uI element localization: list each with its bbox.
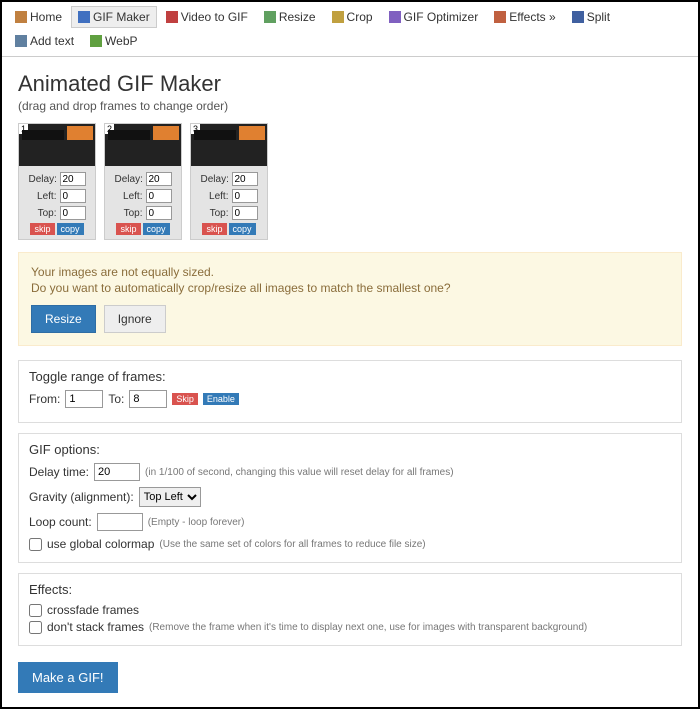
stack-hint: (Remove the frame when it's time to disp… [149, 622, 587, 633]
nav-item-add-text[interactable]: Add text [8, 30, 81, 52]
frames-container: Delay:Left:Top:skipcopyDelay:Left:Top:sk… [18, 123, 682, 240]
gif-optimizer-icon [389, 11, 401, 23]
nav-label: Crop [347, 10, 373, 24]
page-title: Animated GIF Maker [18, 71, 682, 97]
alert-line1: Your images are not equally sized. [31, 265, 669, 279]
frame-copy-button[interactable]: copy [229, 223, 256, 235]
to-label: To: [108, 392, 124, 406]
stack-label: don't stack frames [47, 620, 144, 634]
from-input[interactable] [65, 390, 103, 408]
nav-label: GIF Optimizer [404, 10, 479, 24]
page-subtitle: (drag and drop frames to change order) [18, 99, 682, 113]
nav-item-crop[interactable]: Crop [325, 6, 380, 28]
frame-delay-label: Delay: [29, 174, 57, 185]
nav-item-gif-optimizer[interactable]: GIF Optimizer [382, 6, 486, 28]
frame-top-label: Top: [201, 208, 229, 219]
colormap-label: use global colormap [47, 537, 154, 551]
nav-label: WebP [105, 34, 137, 48]
nav-item-home[interactable]: Home [8, 6, 69, 28]
top-nav: Home GIF Maker Video to GIF Resize Crop GIF O… [2, 2, 698, 57]
resize-icon [264, 11, 276, 23]
frame-card[interactable]: Delay: Left: Top: skipcopy [104, 123, 182, 240]
frame-delay-label: Delay: [201, 174, 229, 185]
frame-left-input[interactable] [60, 189, 86, 203]
toggle-panel: Toggle range of frames: From: To: Skip E… [18, 360, 682, 423]
frame-card[interactable]: Delay: Left: Top: skipcopy [18, 123, 96, 240]
delay-input[interactable] [94, 463, 140, 481]
make-gif-button[interactable]: Make a GIF! [18, 662, 118, 693]
frame-left-label: Left: [201, 191, 229, 202]
colormap-hint: (Use the same set of colors for all fram… [159, 539, 425, 550]
nav-item-webp[interactable]: WebP [83, 30, 144, 52]
frame-left-label: Left: [115, 191, 143, 202]
frame-thumb[interactable] [19, 124, 95, 166]
frame-card[interactable]: Delay: Left: Top: skipcopy [190, 123, 268, 240]
nav-label: Home [30, 10, 62, 24]
resize-button[interactable]: Resize [31, 305, 96, 333]
gravity-label: Gravity (alignment): [29, 490, 134, 504]
frame-left-label: Left: [29, 191, 57, 202]
frame-thumb[interactable] [105, 124, 181, 166]
effects-title: Effects: [29, 582, 671, 597]
video-to-gif-icon [166, 11, 178, 23]
crossfade-checkbox[interactable] [29, 604, 42, 617]
to-input[interactable] [129, 390, 167, 408]
effects-panel: Effects: crossfade frames don't stack fr… [18, 573, 682, 646]
frame-thumb[interactable] [191, 124, 267, 166]
loop-input[interactable] [97, 513, 143, 531]
nav-item-gif-maker[interactable]: GIF Maker [71, 6, 157, 28]
frame-top-input[interactable] [146, 206, 172, 220]
nav-label: Resize [279, 10, 316, 24]
enable-range-button[interactable]: Enable [203, 393, 239, 405]
loop-label: Loop count: [29, 515, 92, 529]
split-icon [572, 11, 584, 23]
crossfade-label: crossfade frames [47, 603, 139, 617]
effects--icon [494, 11, 506, 23]
frame-delay-input[interactable] [232, 172, 258, 186]
frame-skip-button[interactable]: skip [202, 223, 226, 235]
gravity-select[interactable]: Top Left [139, 487, 201, 507]
home-icon [15, 11, 27, 23]
stack-checkbox[interactable] [29, 621, 42, 634]
frame-delay-input[interactable] [146, 172, 172, 186]
gif-maker-icon [78, 11, 90, 23]
frame-left-input[interactable] [232, 189, 258, 203]
frame-top-input[interactable] [232, 206, 258, 220]
options-panel: GIF options: Delay time: (in 1/100 of se… [18, 433, 682, 563]
colormap-checkbox[interactable] [29, 538, 42, 551]
nav-item-effects-[interactable]: Effects » [487, 6, 562, 28]
delay-label: Delay time: [29, 465, 89, 479]
frame-skip-button[interactable]: skip [30, 223, 54, 235]
nav-item-split[interactable]: Split [565, 6, 617, 28]
frame-left-input[interactable] [146, 189, 172, 203]
frame-delay-input[interactable] [60, 172, 86, 186]
webp-icon [90, 35, 102, 47]
main-content: Animated GIF Maker (drag and drop frames… [2, 57, 698, 707]
loop-hint: (Empty - loop forever) [148, 517, 245, 528]
skip-range-button[interactable]: Skip [172, 393, 198, 405]
toggle-title: Toggle range of frames: [29, 369, 671, 384]
frame-top-label: Top: [29, 208, 57, 219]
nav-label: Split [587, 10, 610, 24]
ignore-button[interactable]: Ignore [104, 305, 166, 333]
frame-top-input[interactable] [60, 206, 86, 220]
frame-copy-button[interactable]: copy [143, 223, 170, 235]
frame-copy-button[interactable]: copy [57, 223, 84, 235]
nav-label: GIF Maker [93, 10, 150, 24]
from-label: From: [29, 392, 60, 406]
alert-line2: Do you want to automatically crop/resize… [31, 281, 669, 295]
nav-item-resize[interactable]: Resize [257, 6, 323, 28]
options-title: GIF options: [29, 442, 671, 457]
frame-top-label: Top: [115, 208, 143, 219]
nav-item-video-to-gif[interactable]: Video to GIF [159, 6, 255, 28]
frame-skip-button[interactable]: skip [116, 223, 140, 235]
nav-label: Video to GIF [181, 10, 248, 24]
nav-label: Add text [30, 34, 74, 48]
resize-alert: Your images are not equally sized. Do yo… [18, 252, 682, 346]
delay-hint: (in 1/100 of second, changing this value… [145, 467, 454, 478]
crop-icon [332, 11, 344, 23]
frame-delay-label: Delay: [115, 174, 143, 185]
nav-label: Effects » [509, 10, 555, 24]
add-text-icon [15, 35, 27, 47]
